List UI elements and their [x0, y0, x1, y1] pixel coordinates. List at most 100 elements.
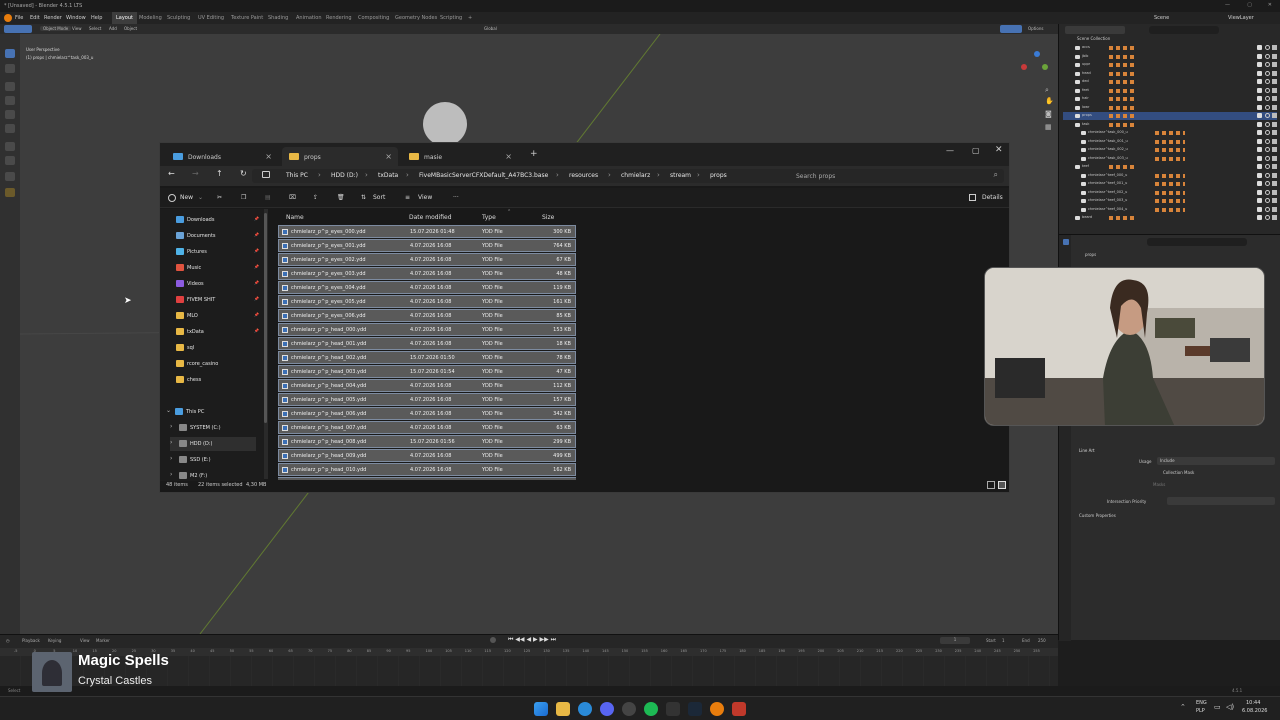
breadcrumb-item[interactable]: FiveMBasicServerCFXDefault_A47BC3.base: [419, 172, 548, 179]
outliner-search-input[interactable]: [1149, 26, 1219, 34]
up-icon[interactable]: ↑: [216, 169, 223, 178]
exclude-checkbox[interactable]: [1257, 138, 1262, 144]
keyboard-layout[interactable]: PLP: [1196, 708, 1205, 714]
outliner-row[interactable]: chmielarz^task_000_u: [1063, 129, 1277, 137]
menu-help[interactable]: Help: [91, 15, 102, 21]
collection-tab-icon[interactable]: [1063, 239, 1069, 245]
breadcrumb-chevron-icon[interactable]: ›: [365, 171, 368, 179]
select-mode-icon[interactable]: [4, 25, 32, 33]
nav-item[interactable]: MLO 📌: [176, 309, 262, 323]
pin-icon[interactable]: 📌: [254, 328, 259, 333]
nav-item[interactable]: rcore_casino: [176, 357, 262, 371]
column-name[interactable]: Name: [286, 214, 304, 221]
file-row[interactable]: chmielarz_p^p_head_002.ydd 15.07.2026 01:…: [278, 351, 576, 364]
workspace-tab-shading[interactable]: Shading: [268, 15, 288, 21]
workspace-tab-uv-editing[interactable]: UV Editing: [198, 15, 224, 21]
breadcrumb-chevron-icon[interactable]: ›: [697, 171, 700, 179]
exclude-checkbox[interactable]: [1257, 147, 1262, 152]
visibility-eye-icon[interactable]: [1265, 130, 1270, 135]
outliner-row[interactable]: chmielarz^task_001_u: [1063, 138, 1277, 146]
visibility-eye-icon[interactable]: [1265, 172, 1270, 178]
visibility-eye-icon[interactable]: [1265, 198, 1270, 203]
tiles-view-icon[interactable]: [998, 481, 1006, 489]
column-type[interactable]: Type: [482, 214, 496, 221]
row-checkbox[interactable]: [282, 355, 288, 361]
breadcrumb-chevron-icon[interactable]: ›: [657, 171, 660, 179]
timeline-menu-playback[interactable]: Playback: [22, 638, 40, 643]
expand-chevron-icon[interactable]: ›: [170, 439, 172, 446]
outliner-row[interactable]: chmielarz^teef_000_u: [1063, 172, 1277, 180]
rename-icon[interactable]: ⌧: [289, 194, 296, 201]
network-icon[interactable]: ▭: [1214, 703, 1221, 711]
breadcrumb-item[interactable]: HDD (D:): [331, 172, 358, 179]
terminal-icon[interactable]: [666, 702, 680, 716]
breadcrumb-chevron-icon[interactable]: ›: [318, 171, 321, 179]
visibility-eye-icon[interactable]: [1265, 113, 1270, 118]
tab-masie[interactable]: masie ×: [402, 147, 518, 166]
new-button[interactable]: New: [180, 194, 193, 201]
viewport-menu-add[interactable]: Add: [109, 26, 117, 31]
render-camera-icon[interactable]: [1272, 113, 1277, 118]
nav-item[interactable]: Pictures 📌: [176, 245, 262, 259]
measure-icon[interactable]: [5, 156, 15, 165]
file-explorer-taskbar-icon[interactable]: [556, 702, 570, 716]
workspace-tab-modeling[interactable]: Modeling: [139, 15, 162, 21]
render-camera-icon[interactable]: [1272, 53, 1277, 59]
expand-chevron-icon[interactable]: ›: [170, 455, 172, 462]
copy-icon[interactable]: ❐: [241, 194, 246, 201]
nav-item[interactable]: Documents 📌: [176, 229, 262, 243]
close-tab-icon[interactable]: ×: [385, 152, 392, 161]
breadcrumb-chevron-icon[interactable]: ›: [406, 171, 409, 179]
visibility-eye-icon[interactable]: [1265, 87, 1270, 93]
timeline-menu-keying[interactable]: Keying: [48, 638, 61, 643]
start-icon[interactable]: [534, 702, 548, 716]
menu-window[interactable]: Window: [66, 15, 86, 21]
custom-properties-header[interactable]: Custom Properties: [1079, 513, 1116, 518]
sort-button[interactable]: Sort: [373, 194, 385, 201]
visibility-eye-icon[interactable]: [1265, 45, 1270, 50]
scene-selector[interactable]: Scene: [1154, 15, 1169, 21]
refresh-icon[interactable]: ↻: [240, 169, 247, 178]
nav-item[interactable]: Downloads 📌: [176, 213, 262, 227]
outliner-row[interactable]: chmielarz^task_003_u: [1063, 155, 1277, 163]
nav-item[interactable]: Videos 📌: [176, 277, 262, 291]
outliner-row[interactable]: teef: [1063, 163, 1277, 171]
row-checkbox[interactable]: [282, 467, 288, 473]
exclude-checkbox[interactable]: [1257, 198, 1262, 203]
pin-icon[interactable]: 📌: [254, 280, 259, 285]
nav-drive-item[interactable]: › SSD (E:): [170, 453, 256, 467]
add-workspace-icon[interactable]: +: [468, 15, 472, 21]
visibility-eye-icon[interactable]: [1265, 62, 1270, 67]
outliner-row[interactable]: feet: [1063, 87, 1277, 95]
nav-item[interactable]: chess: [176, 373, 262, 387]
row-checkbox[interactable]: [282, 453, 288, 459]
breadcrumb-item[interactable]: This PC: [286, 172, 308, 179]
workspace-tab-layout[interactable]: Layout: [112, 12, 137, 24]
object-mode-dropdown[interactable]: Object Mode: [40, 26, 72, 31]
timeline-menu-marker[interactable]: Marker: [96, 638, 110, 643]
workspace-tab-rendering[interactable]: Rendering: [326, 15, 352, 21]
row-checkbox[interactable]: [282, 229, 288, 235]
search-input[interactable]: Search props ⌕: [788, 169, 1004, 183]
github-icon[interactable]: [622, 702, 636, 716]
render-camera-icon[interactable]: [1272, 155, 1277, 161]
outliner-row[interactable]: head: [1063, 70, 1277, 78]
file-row[interactable]: chmielarz_p^p_eyes_001.ydd 4.07.2026 16:0…: [278, 239, 576, 252]
file-row[interactable]: chmielarz_p^p_head_003.ydd 15.07.2026 01:…: [278, 365, 576, 378]
file-row[interactable]: chmielarz_p^p_head_010.ydd 4.07.2026 16:0…: [278, 463, 576, 476]
row-checkbox[interactable]: [282, 271, 288, 277]
select-box-icon[interactable]: [5, 49, 15, 58]
column-date-modified[interactable]: Date modified: [409, 214, 452, 221]
timeline-menu-view[interactable]: View: [80, 638, 90, 643]
render-camera-icon[interactable]: [1272, 79, 1277, 84]
file-row[interactable]: chmielarz_p^p_eyes_003.ydd 4.07.2026 16:0…: [278, 267, 576, 280]
gizmo-y-icon[interactable]: [1042, 64, 1048, 70]
menu-file[interactable]: File: [15, 15, 23, 21]
nav-scrollbar[interactable]: [264, 209, 268, 479]
outliner-display-mode[interactable]: [1065, 26, 1125, 34]
zoom-icon[interactable]: ⌕: [1045, 86, 1049, 95]
outliner-row[interactable]: accs: [1063, 44, 1277, 52]
render-camera-icon[interactable]: [1272, 215, 1277, 220]
expand-chevron-icon[interactable]: ›: [170, 471, 172, 478]
gizmo-x-icon[interactable]: [1021, 64, 1027, 70]
